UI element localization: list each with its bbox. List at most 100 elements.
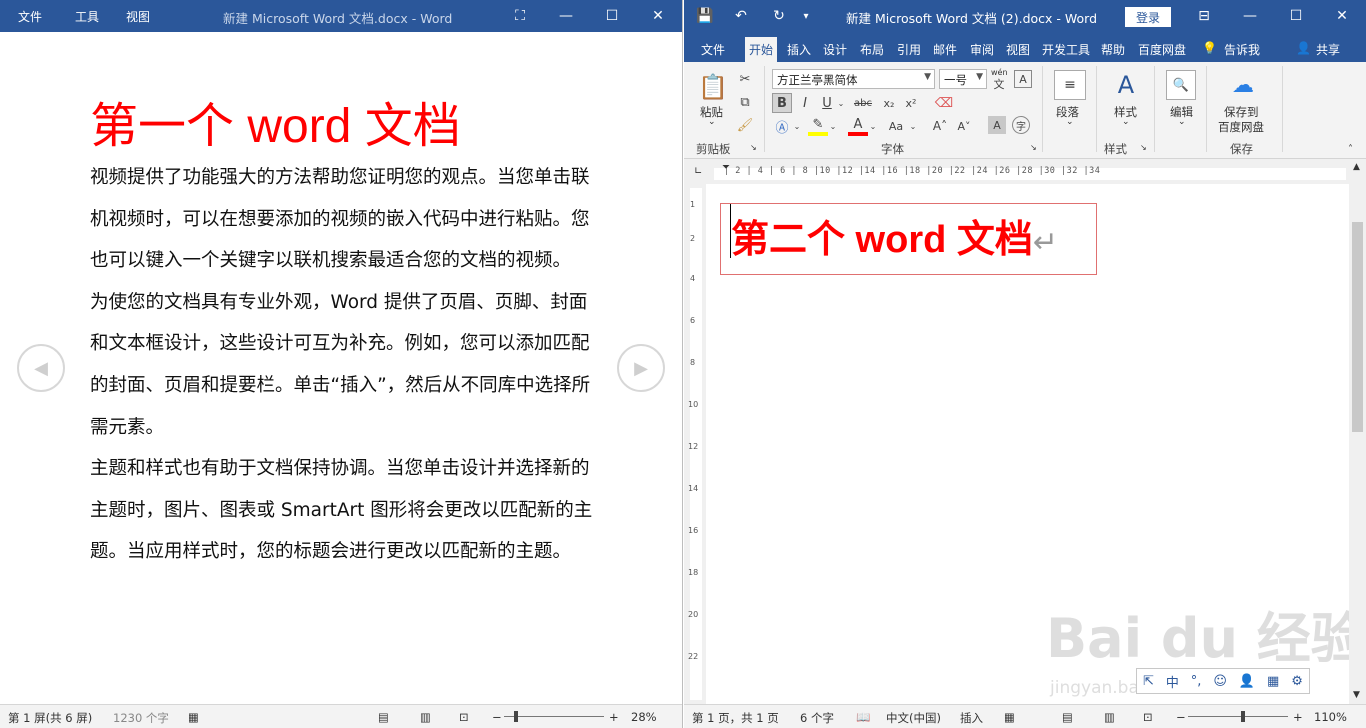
bold-icon[interactable]: B	[772, 93, 792, 113]
chevron-down-icon[interactable]: ⌄	[836, 93, 846, 113]
char-border-icon[interactable]: A	[1014, 70, 1032, 88]
chevron-down-icon[interactable]: ⌄	[828, 116, 838, 136]
menu-file[interactable]: 文件	[18, 8, 42, 25]
ime-punct-icon[interactable]: °,	[1191, 674, 1202, 689]
enclose-characters-icon[interactable]: 字	[1012, 116, 1030, 134]
format-painter-icon[interactable]: 🖌	[736, 116, 754, 134]
zoom-out-button[interactable]: −	[492, 710, 502, 724]
ime-emoji-icon[interactable]: ☺	[1213, 674, 1227, 689]
clipboard-launcher-icon[interactable]: ↘	[750, 143, 757, 152]
chevron-down-icon[interactable]: ⌄	[1066, 117, 1074, 127]
undo-icon[interactable]: ↶	[724, 0, 758, 32]
scrollbar-thumb[interactable]	[1352, 222, 1363, 432]
tab-references[interactable]: 引用	[897, 41, 921, 58]
close-icon[interactable]: ✕	[1319, 0, 1365, 32]
ribbon-display-icon[interactable]: ⊟	[1181, 0, 1227, 32]
chevron-down-icon[interactable]: ⌄	[908, 116, 918, 136]
tab-developer[interactable]: 开发工具	[1042, 41, 1090, 58]
ime-keyboard-icon[interactable]: ▦	[1267, 674, 1279, 689]
document-page[interactable]: 第二个 word 文档↵ Bai du 经验 jingyan.baidu.com	[706, 184, 1365, 704]
maximize-icon[interactable]: ☐	[1273, 0, 1319, 32]
zoom-slider-thumb[interactable]	[514, 711, 518, 722]
styles-icon[interactable]: A	[1110, 70, 1142, 100]
chevron-down-icon[interactable]: ⌄	[868, 116, 878, 136]
customize-qat-icon[interactable]: ▾	[796, 0, 816, 32]
menu-view[interactable]: 视图	[126, 8, 150, 25]
italic-icon[interactable]: I	[796, 93, 814, 113]
web-layout-icon[interactable]: ⊡	[1143, 710, 1153, 724]
previous-screen-button[interactable]: ◀	[17, 344, 65, 392]
doc-title[interactable]: 第二个 word 文档↵	[731, 208, 1058, 263]
collapse-ribbon-icon[interactable]: ˄	[1348, 144, 1353, 155]
language-status[interactable]: 中文(中国)	[886, 710, 941, 726]
tab-file[interactable]: 文件	[701, 41, 725, 58]
zoom-in-button[interactable]: +	[609, 710, 619, 724]
redo-icon[interactable]: ↻	[766, 0, 792, 32]
subscript-icon[interactable]: x₂	[880, 93, 898, 113]
macro-icon[interactable]: ▦	[188, 710, 199, 724]
shrink-font-icon[interactable]: A˅	[954, 116, 974, 136]
zoom-in-button[interactable]: +	[1293, 710, 1303, 724]
chevron-down-icon[interactable]: ⌄	[1178, 117, 1186, 127]
save-to-label[interactable]: 保存到	[1224, 104, 1259, 120]
baidu-netdisk-label[interactable]: 百度网盘	[1218, 119, 1264, 135]
share-icon[interactable]: 👤	[1296, 41, 1311, 55]
close-icon[interactable]: ✕	[635, 0, 681, 32]
zoom-level[interactable]: 110%	[1314, 710, 1347, 724]
zoom-slider-thumb[interactable]	[1241, 711, 1245, 722]
styles-launcher-icon[interactable]: ↘	[1140, 143, 1147, 152]
scroll-down-icon[interactable]: ▼	[1353, 690, 1360, 700]
tab-design[interactable]: 设计	[823, 41, 847, 58]
scroll-up-icon[interactable]: ▲	[1353, 162, 1360, 172]
font-name-combo[interactable]: 方正兰亭黑简体 ▼	[772, 69, 935, 89]
save-icon[interactable]: 💾	[690, 0, 720, 32]
tab-view[interactable]: 视图	[1006, 41, 1030, 58]
zoom-level[interactable]: 28%	[631, 710, 657, 724]
tab-mailings[interactable]: 邮件	[933, 41, 957, 58]
zoom-slider[interactable]	[1188, 716, 1288, 717]
change-case-icon[interactable]: Aa	[884, 116, 908, 136]
superscript-icon[interactable]: x²	[902, 93, 920, 113]
baidu-netdisk-icon[interactable]: ☁	[1228, 70, 1258, 100]
tab-selector-icon[interactable]: ∟	[694, 166, 702, 177]
clear-formatting-icon[interactable]: ⌫	[934, 93, 954, 113]
lightbulb-icon[interactable]: 💡	[1202, 41, 1217, 55]
print-layout-icon[interactable]: ▥	[1104, 710, 1115, 724]
phonetic-guide-icon[interactable]: 文	[991, 78, 1007, 91]
strikethrough-icon[interactable]: abc	[850, 93, 876, 113]
fullscreen-icon[interactable]: ⛶	[497, 0, 543, 32]
indent-marker-icon[interactable]: ⏷	[722, 162, 730, 173]
text-effects-icon[interactable]: Ⓐ	[772, 116, 792, 136]
share-button[interactable]: 共享	[1316, 41, 1340, 58]
maximize-icon[interactable]: ☐	[589, 0, 635, 32]
underline-icon[interactable]: U	[818, 93, 836, 113]
zoom-slider[interactable]	[504, 716, 604, 717]
login-button[interactable]: 登录	[1125, 7, 1171, 27]
ime-icon[interactable]: ⇱	[1143, 674, 1154, 689]
minimize-icon[interactable]: —	[543, 0, 589, 32]
paste-icon[interactable]: 📋	[698, 72, 728, 102]
read-mode-icon[interactable]: ▤	[1062, 710, 1073, 724]
vertical-scrollbar[interactable]: ▲ ▼	[1349, 162, 1366, 704]
character-shading-icon[interactable]: A	[988, 116, 1006, 134]
macro-icon[interactable]: ▦	[1004, 710, 1015, 724]
highlight-icon[interactable]: ✎	[808, 116, 828, 136]
font-color-icon[interactable]: A	[848, 116, 868, 136]
print-layout-icon[interactable]: ▥	[420, 710, 431, 724]
insert-mode[interactable]: 插入	[960, 710, 983, 726]
tab-home[interactable]: 开始	[745, 37, 778, 62]
minimize-icon[interactable]: —	[1227, 0, 1273, 32]
font-size-combo[interactable]: 一号 ▼	[939, 69, 987, 89]
tell-me-button[interactable]: 告诉我	[1224, 41, 1260, 58]
find-icon[interactable]: 🔍	[1166, 70, 1196, 100]
copy-icon[interactable]: ⧉	[736, 93, 754, 111]
proofing-icon[interactable]: 📖	[856, 710, 870, 724]
next-screen-button[interactable]: ▶	[617, 344, 665, 392]
paragraph-icon[interactable]: ≡	[1054, 70, 1086, 100]
tab-layout[interactable]: 布局	[860, 41, 884, 58]
ime-user-icon[interactable]: 👤	[1239, 674, 1255, 689]
ime-settings-icon[interactable]: ⚙	[1291, 674, 1303, 689]
page-count[interactable]: 第 1 页，共 1 页	[692, 710, 779, 726]
tab-help[interactable]: 帮助	[1101, 41, 1125, 58]
zoom-out-button[interactable]: −	[1176, 710, 1186, 724]
